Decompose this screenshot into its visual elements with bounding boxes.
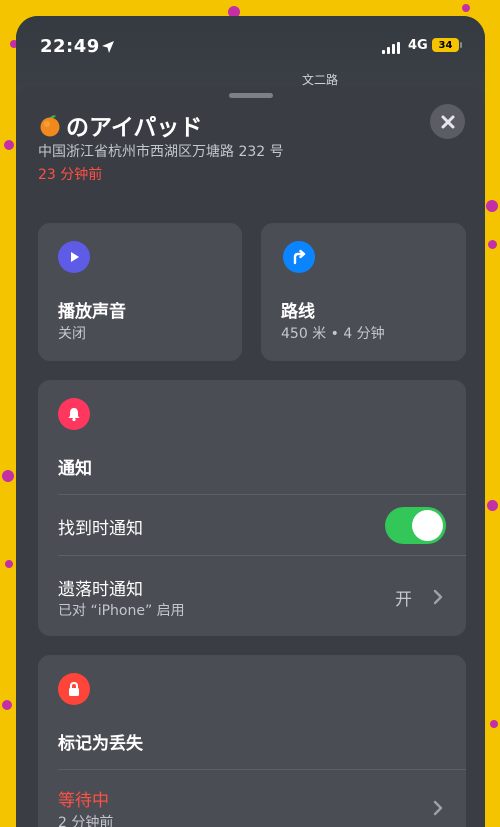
notify-when-left-behind-value: 开 (395, 590, 412, 610)
directions-card[interactable]: 路线 450 米 • 4 分钟 (261, 223, 466, 361)
play-icon (58, 241, 90, 273)
cellular-signal-icon (382, 42, 400, 54)
directions-title: 路线 (281, 302, 315, 322)
notify-when-left-behind-row[interactable]: 遗落时通知 已对 “iPhone” 启用 开 (38, 556, 466, 634)
lock-icon (58, 673, 90, 705)
network-type: 4G (408, 38, 428, 53)
device-name: のアイパッド (66, 115, 203, 141)
device-title: のアイパッド (38, 108, 202, 142)
location-arrow-icon (101, 39, 115, 58)
device-detail-sheet: のアイパッド 中国浙江省杭州市西湖区万塘路 232 号 23 分钟前 播放声音 … (16, 86, 485, 827)
notify-when-found-label: 找到时通知 (58, 519, 143, 539)
directions-distance-time: 450 米 • 4 分钟 (281, 326, 385, 342)
toggle-knob (412, 510, 443, 541)
notify-when-left-behind-sublabel: 已对 “iPhone” 启用 (58, 603, 185, 619)
notify-when-found-toggle[interactable] (385, 507, 446, 544)
mark-as-lost-card: 标记为丢失 等待中 2 分钟前 (38, 655, 466, 827)
notify-when-left-behind-label: 遗落时通知 (58, 580, 143, 600)
bell-icon (58, 398, 90, 430)
close-icon (441, 115, 454, 128)
close-button[interactable] (430, 104, 465, 139)
device-address: 中国浙江省杭州市西湖区万塘路 232 号 (38, 144, 284, 160)
notifications-card: 通知 找到时通知 遗落时通知 已对 “iPhone” 启用 开 (38, 380, 466, 636)
battery-indicator: 34 (432, 38, 462, 52)
mark-as-lost-title: 标记为丢失 (58, 734, 143, 754)
lost-mode-status: 等待中 (58, 791, 109, 811)
play-sound-status: 关闭 (58, 326, 86, 342)
sheet-grabber[interactable] (229, 93, 273, 98)
lost-mode-status-row[interactable]: 等待中 2 分钟前 (38, 770, 466, 827)
battery-level: 34 (438, 39, 453, 51)
notifications-title: 通知 (58, 459, 92, 479)
chevron-right-icon (433, 589, 443, 605)
phone-screen: 文二路 22:49 4G 34 のアイパッド 中国浙江省杭州市西湖区万塘路 23… (16, 16, 485, 827)
lost-mode-status-time: 2 分钟前 (58, 815, 114, 827)
status-bar: 22:49 4G 34 (16, 16, 485, 76)
play-sound-title: 播放声音 (58, 302, 126, 322)
play-sound-card[interactable]: 播放声音 关闭 (38, 223, 242, 361)
divider (58, 494, 466, 495)
last-seen-time: 23 分钟前 (38, 167, 103, 183)
chevron-right-icon (433, 800, 443, 816)
turn-right-arrow-icon (283, 241, 315, 273)
orange-icon (38, 113, 62, 137)
status-time: 22:49 (40, 36, 100, 57)
